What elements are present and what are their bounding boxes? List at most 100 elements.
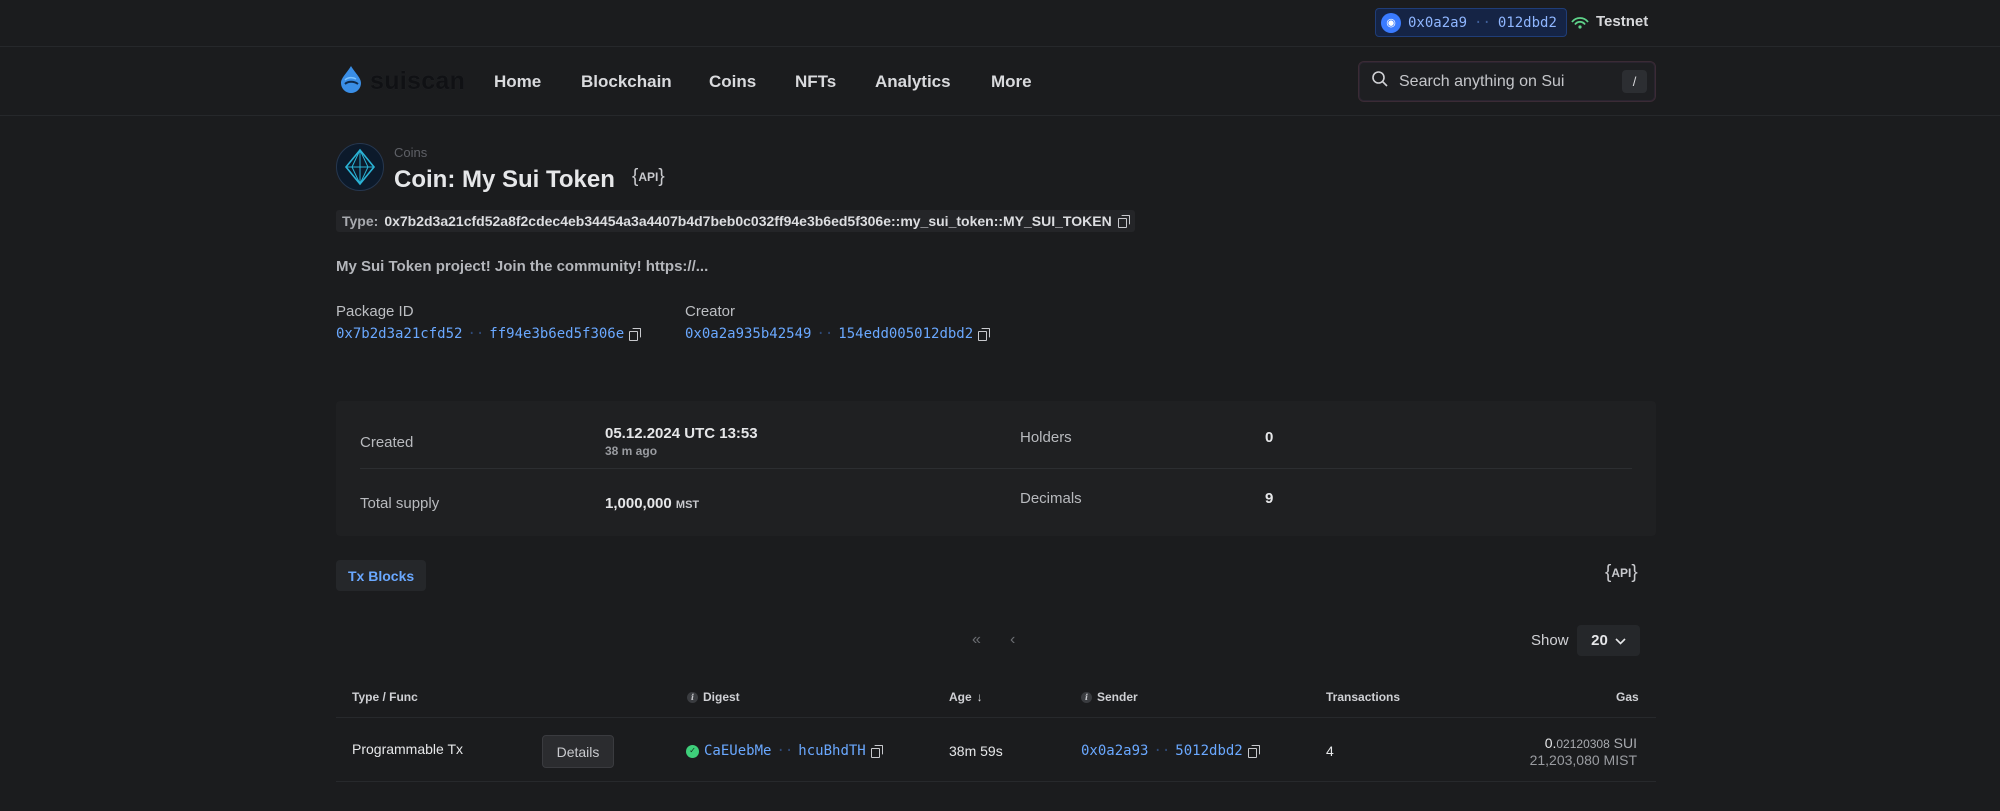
main-nav: suiscan Home Blockchain Coins NFTs Analy…	[0, 48, 2000, 116]
wallet-address-start: 0x0a2a9	[1408, 14, 1468, 31]
info-icon[interactable]: i	[1081, 691, 1092, 703]
divider	[336, 781, 1656, 782]
address-ellipsis: ··	[1474, 14, 1491, 31]
address-ellipsis: ··	[776, 743, 794, 759]
created-label: Created	[360, 434, 414, 451]
address-ellipsis: ··	[467, 326, 485, 342]
type-value: 0x7b2d3a21cfd52a8f2cdec4eb34454a3a4407b4…	[384, 213, 1112, 229]
col-age[interactable]: Age ↓	[949, 690, 983, 704]
success-check-icon: ✓	[686, 744, 699, 758]
coin-stats-card: Created 05.12.2024 UTC 13:53 38 m ago Ho…	[336, 401, 1656, 536]
row-type: Programmable Tx	[352, 741, 464, 757]
supply-amount: 1,000,000	[605, 495, 672, 512]
suiscan-logo[interactable]: suiscan	[336, 64, 465, 99]
wallet-avatar-icon: ◉	[1381, 12, 1401, 33]
total-supply-value: 1,000,000 MST	[605, 495, 699, 512]
col-type-func: Type / Func	[352, 690, 418, 704]
tx-api-link[interactable]: { API }	[1605, 562, 1638, 584]
api-label: API	[1611, 566, 1632, 580]
row-digest[interactable]: ✓ CaEUebMe ·· hcuBhdTH	[686, 743, 883, 759]
row-sender[interactable]: 0x0a2a93 ·· 5012dbd2	[1081, 743, 1260, 759]
coin-logo-icon	[336, 143, 384, 191]
supply-unit: MST	[675, 499, 700, 511]
col-sender-label: Sender	[1097, 690, 1138, 704]
sort-arrow-icon: ↓	[976, 690, 983, 704]
search-input[interactable]	[1399, 72, 1614, 91]
creator-end: 154edd005012dbd2	[838, 326, 974, 342]
digest-start: CaEUebMe	[704, 743, 772, 759]
api-label: API	[638, 170, 659, 184]
digest-end: hcuBhdTH	[798, 743, 866, 759]
brace-close: }	[1631, 562, 1638, 583]
coin-type: Type: 0x7b2d3a21cfd52a8f2cdec4eb34454a3a…	[336, 210, 1135, 232]
address-ellipsis: ··	[1153, 743, 1171, 759]
creator-label: Creator	[685, 303, 736, 320]
signal-icon	[1570, 15, 1590, 29]
created-ago: 38 m ago	[605, 444, 658, 458]
row-age: 38m 59s	[949, 743, 1003, 759]
holders-value: 0	[1265, 429, 1274, 446]
row-gas-mist: 21,203,080 MIST	[1529, 752, 1637, 768]
show-label: Show	[1531, 632, 1569, 649]
network-selector[interactable]: Testnet	[1570, 13, 1648, 30]
package-id-start: 0x7b2d3a21cfd52	[336, 326, 463, 342]
package-id-end: ff94e3b6ed5f306e	[489, 326, 625, 342]
details-button[interactable]: Details	[542, 735, 614, 768]
copy-icon[interactable]	[870, 745, 883, 758]
sender-start: 0x0a2a93	[1081, 743, 1149, 759]
holders-label: Holders	[1020, 429, 1072, 446]
suiscan-drop-icon	[336, 64, 366, 99]
search-icon	[1371, 70, 1389, 93]
tab-tx-blocks[interactable]: Tx Blocks	[336, 560, 427, 591]
page-size-select[interactable]: 20	[1577, 625, 1640, 656]
divider	[360, 468, 1632, 469]
network-label: Testnet	[1596, 13, 1649, 30]
logo-text: suiscan	[370, 67, 466, 95]
chevron-down-icon	[1615, 632, 1626, 649]
info-icon[interactable]: i	[687, 691, 698, 703]
gas-decimals: 02120308	[1556, 737, 1610, 751]
row-transactions: 4	[1326, 743, 1334, 759]
total-supply-label: Total supply	[360, 495, 440, 512]
breadcrumb[interactable]: Coins	[394, 145, 427, 160]
nav-nfts[interactable]: NFTs	[795, 72, 836, 92]
divider	[336, 717, 1656, 718]
wallet-address-button[interactable]: ◉ 0x0a2a9 ·· 012dbd2	[1375, 8, 1567, 37]
created-value: 05.12.2024 UTC 13:53	[605, 425, 758, 442]
creator-value[interactable]: 0x0a2a935b42549 ·· 154edd005012dbd2	[685, 326, 991, 342]
gas-unit: SUI	[1613, 735, 1637, 751]
nav-more[interactable]: More	[991, 72, 1032, 92]
type-label: Type:	[342, 213, 379, 229]
row-gas-sui: 0.02120308 SUI	[1545, 735, 1637, 751]
search-shortcut-key: /	[1622, 70, 1647, 93]
col-digest: i Digest	[687, 690, 740, 704]
copy-icon[interactable]	[629, 328, 642, 341]
page-title: Coin: My Sui Token	[394, 166, 615, 193]
gas-int: 0.	[1544, 735, 1557, 751]
page-size-value: 20	[1591, 632, 1608, 649]
nav-blockchain[interactable]: Blockchain	[581, 72, 672, 92]
nav-analytics[interactable]: Analytics	[875, 72, 951, 92]
package-id-value[interactable]: 0x7b2d3a21cfd52 ·· ff94e3b6ed5f306e	[336, 326, 642, 342]
col-digest-label: Digest	[703, 690, 740, 704]
wallet-address-end: 012dbd2	[1497, 14, 1557, 31]
col-age-label: Age	[949, 690, 972, 704]
package-id-label: Package ID	[336, 303, 414, 320]
brace-close: }	[658, 166, 665, 187]
col-gas: Gas	[1616, 690, 1639, 704]
decimals-value: 9	[1265, 490, 1274, 507]
search-box: /	[1358, 61, 1656, 102]
coin-description: My Sui Token project! Join the community…	[336, 258, 709, 275]
copy-icon[interactable]	[978, 328, 991, 341]
nav-coins[interactable]: Coins	[709, 72, 756, 92]
col-transactions: Transactions	[1326, 690, 1401, 704]
prev-page-button[interactable]: ‹	[1010, 631, 1015, 649]
copy-icon[interactable]	[1247, 745, 1260, 758]
copy-icon[interactable]	[1117, 215, 1130, 228]
decimals-label: Decimals	[1020, 490, 1082, 507]
nav-home[interactable]: Home	[494, 72, 541, 92]
creator-start: 0x0a2a935b42549	[685, 326, 812, 342]
col-sender: i Sender	[1081, 690, 1138, 704]
first-page-button[interactable]: «	[972, 631, 981, 649]
api-link[interactable]: { API }	[632, 166, 665, 188]
